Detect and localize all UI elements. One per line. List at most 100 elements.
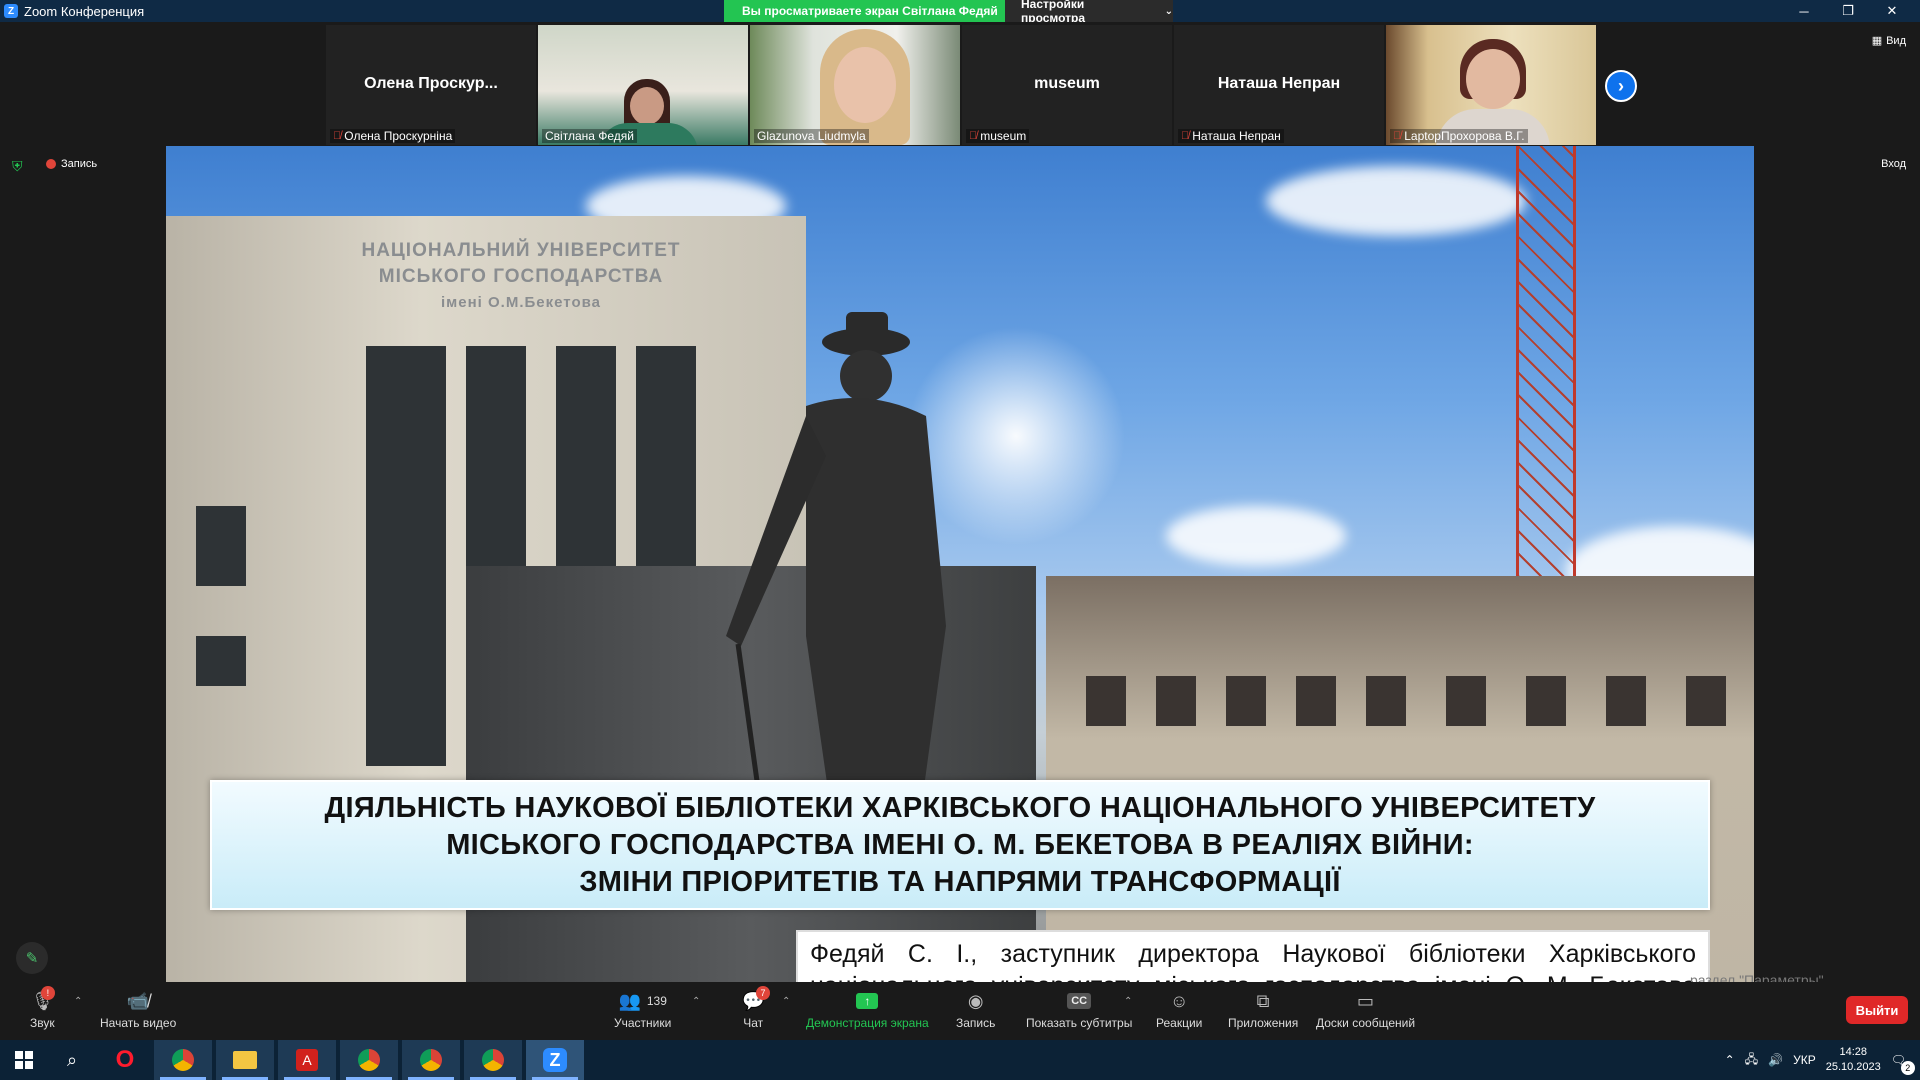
chevron-down-icon: ⌄ [1164,5,1173,17]
windows-start-icon[interactable] [0,1040,48,1080]
apps-icon: ⧉ [1256,990,1270,1011]
participant-tile[interactable]: Наташа Непран 🎙̸ Наташа Непран [1174,25,1384,145]
recording-indicator[interactable]: Запись [46,158,97,170]
building-window [1086,676,1126,726]
building-window [196,636,246,686]
building-sign-line: НАЦІОНАЛЬНИЙ УНІВЕРСИТЕТ [361,240,681,261]
record-label: Запись [956,1016,996,1030]
slide-title-line: МІСЬКОГО ГОСПОДАРСТВА ІМЕНІ О. М. БЕКЕТО… [446,828,1474,861]
participant-tile[interactable]: Олена Проскур... 🎙̸ Олена Проскурніна [326,25,536,145]
mic-muted-icon: 🎙̸ [969,130,978,142]
participant-gallery: Олена Проскур... 🎙̸ Олена Проскурніна Св… [326,25,1596,145]
participant-display-name: museum [1034,75,1100,92]
whiteboards-button[interactable]: ▭ Доски сообщений [1316,990,1416,1031]
chat-button[interactable]: 💬 7 Чат [742,986,770,1030]
shared-screen: НАЦІОНАЛЬНИЙ УНІВЕРСИТЕТ МІСЬКОГО ГОСПОД… [166,146,1754,984]
notifications-icon[interactable]: 🗨 2 [1891,1053,1915,1075]
tray-overflow-icon[interactable]: ⌃ [1725,1053,1735,1067]
person-face [630,87,664,125]
building-window [1226,676,1266,726]
participants-count: 139 [646,994,667,1008]
opera-browser-icon[interactable]: O [96,1040,154,1080]
building-window [1296,676,1336,726]
gallery-next-page-button[interactable]: › [1605,70,1637,102]
windows-taskbar: ⌕ O A Z ⌃ 🖧 🔊 УКР 14:28 25.10.2023 🗨 2 [0,1040,1920,1080]
building-window [1446,676,1486,726]
close-button[interactable]: ✕ [1870,0,1914,22]
mic-muted-icon: 🎙̸ [333,130,342,142]
video-off-icon: 📹̸ [126,990,150,1011]
start-video-label: Начать видео [100,1016,177,1030]
participant-label: Світлана Федяй [542,129,637,143]
cloud-shape [1266,166,1526,236]
audio-options-caret[interactable]: ⌃ [74,996,82,1007]
notifications-count: 2 [1900,1061,1915,1075]
view-settings-dropdown[interactable]: Настройки просмотра ⌄ [1005,0,1173,25]
search-icon[interactable]: ⌕ [48,1040,96,1080]
participants-options-caret[interactable]: ⌃ [692,996,700,1007]
acrobat-reader-icon[interactable]: A [278,1040,336,1080]
reactions-button[interactable]: ☺ Реакции [1156,990,1203,1031]
screen-share-banner: Вы просматриваете экран Світлана Федяй [724,0,1016,22]
chrome-browser-icon[interactable] [340,1040,398,1080]
clock[interactable]: 14:28 25.10.2023 [1826,1045,1881,1075]
apps-button[interactable]: ⧉ Приложения [1228,990,1299,1031]
participant-name: museum [980,129,1027,143]
chrome-browser-icon[interactable] [154,1040,212,1080]
person-face [834,47,896,123]
start-video-button[interactable]: 📹̸ Начать видео [100,990,177,1031]
participant-video [750,25,960,145]
chat-label: Чат [743,1016,764,1030]
participant-name: LaptopПрохорова В.Г. [1404,129,1525,143]
network-icon[interactable]: 🖧 [1745,1050,1758,1071]
participant-label: 🎙̸ museum [966,129,1030,143]
participant-name: Наташа Непран [1192,129,1281,143]
grid-icon: ▦ [1871,35,1883,47]
annotate-pencil-icon[interactable]: ✎ [16,942,48,974]
apps-label: Приложения [1228,1016,1299,1030]
login-button[interactable]: Вход [1881,158,1906,170]
building-window [1606,676,1646,726]
record-dot-icon [46,159,56,169]
restore-button[interactable]: ❐ [1826,0,1870,22]
share-screen-label: Демонстрация экрана [806,1016,929,1030]
leave-meeting-button[interactable]: Выйти [1846,996,1908,1024]
audio-button[interactable]: 🎙 ! Звук [30,986,55,1030]
whiteboards-label: Доски сообщений [1316,1016,1416,1030]
reactions-label: Реакции [1156,1016,1203,1030]
minimize-button[interactable]: ─ [1782,0,1826,22]
building-window [366,346,446,766]
windows-logo [15,1051,33,1069]
chrome-browser-icon[interactable] [464,1040,522,1080]
file-explorer-icon[interactable] [216,1040,274,1080]
slide-title-line: ДІЯЛЬНІСТЬ НАУКОВОЇ БІБЛІОТЕКИ ХАРКІВСЬК… [324,791,1596,824]
volume-icon[interactable]: 🔊 [1768,1053,1783,1067]
mic-muted-icon: 🎙̸ [1181,130,1190,142]
participant-name: Світлана Федяй [545,129,634,143]
chrome-browser-icon[interactable] [402,1040,460,1080]
cloud-shape [1166,506,1346,566]
captions-options-caret[interactable]: ⌃ [1124,996,1132,1007]
chat-options-caret[interactable]: ⌃ [782,996,790,1007]
participants-button[interactable]: 👥 139 Участники [614,990,671,1031]
view-button-label: Вид [1886,34,1906,47]
smiley-icon: ☺ [1169,990,1189,1011]
participant-tile[interactable]: museum 🎙̸ museum [962,25,1172,145]
building-window [1366,676,1406,726]
building-sign: НАЦІОНАЛЬНИЙ УНІВЕРСИТЕТ МІСЬКОГО ГОСПОД… [356,238,686,316]
building-sign-line: МІСЬКОГО ГОСПОДАРСТВА [378,266,664,287]
building-window [1686,676,1726,726]
show-captions-button[interactable]: CC Показать субтитры [1026,990,1132,1030]
share-screen-button[interactable]: ↑ Демонстрация экрана [806,990,929,1030]
meeting-toolbar: 🎙 ! Звук ⌃ 📹̸ Начать видео 👥 139 Участни… [0,982,1920,1040]
participant-tile[interactable]: Glazunova Liudmyla [750,25,960,145]
zoom-app-icon[interactable]: Z [526,1040,584,1080]
meeting-stage: Олена Проскур... 🎙̸ Олена Проскурніна Св… [0,22,1920,984]
input-language[interactable]: УКР [1793,1053,1816,1067]
participant-tile[interactable]: 🎙̸ LaptopПрохорова В.Г. [1386,25,1596,145]
encryption-shield-icon[interactable]: ⛨ [12,158,28,174]
slide-title-line: ЗМІНИ ПРІОРИТЕТІВ ТА НАПРЯМИ ТРАНСФОРМАЦ… [579,865,1341,898]
participant-tile[interactable]: Світлана Федяй [538,25,748,145]
record-button[interactable]: ◉ Запись [956,990,996,1031]
view-button[interactable]: ▦ Вид [1871,34,1906,48]
